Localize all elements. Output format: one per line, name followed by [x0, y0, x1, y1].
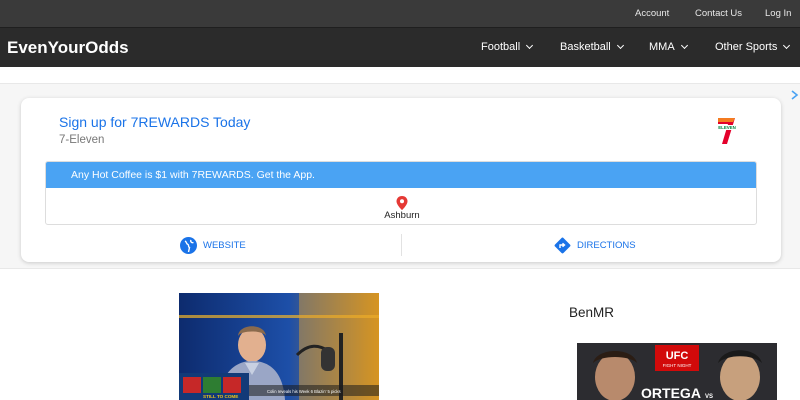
chevron-down-icon	[783, 41, 791, 50]
ad-actions: WEBSITE DIRECTIONS	[45, 230, 757, 258]
map-pin-icon	[396, 196, 408, 210]
nav-football[interactable]: Football	[481, 41, 534, 53]
nav-other-sports-label: Other Sports	[715, 41, 778, 53]
contact-us-link[interactable]: Contact Us	[695, 8, 742, 19]
account-link[interactable]: Account	[635, 8, 669, 19]
directions-icon	[554, 237, 571, 253]
actions-divider	[401, 234, 402, 256]
adchoices-arrow-icon[interactable]	[789, 90, 799, 100]
main-navbar: EvenYourOdds Football Basketball MMA Oth…	[0, 27, 800, 67]
video-thumbnail: STILL TO COME Colin reveals his Week 6 B…	[179, 293, 379, 400]
video-player[interactable]: STILL TO COME Colin reveals his Week 6 B…	[179, 293, 379, 400]
ad-detail-box: Any Hot Coffee is $1 with 7REWARDS. Get …	[45, 161, 757, 225]
promo-graphic: UFC FIGHT NIGHT ORTEGA VS	[577, 343, 777, 400]
website-label: WEBSITE	[203, 239, 246, 251]
ad-advertiser: 7-Eleven	[59, 134, 105, 146]
nav-other-sports[interactable]: Other Sports	[715, 41, 791, 53]
site-logo[interactable]: EvenYourOdds	[7, 38, 129, 58]
ufc-text: UFC	[666, 350, 689, 362]
login-link[interactable]: Log In	[765, 8, 791, 19]
ad-card[interactable]: Sign up for 7REWARDS Today 7-Eleven ELEV…	[21, 98, 781, 262]
chevron-down-icon	[616, 41, 624, 50]
sidebar-heading: BenMR	[569, 305, 615, 320]
directions-button[interactable]: DIRECTIONS	[554, 236, 636, 254]
nav-mma[interactable]: MMA	[649, 41, 688, 53]
ad-banner[interactable]: Any Hot Coffee is $1 with 7REWARDS. Get …	[46, 162, 756, 188]
chevron-down-icon	[526, 41, 534, 50]
logo-text: ELEVEN	[718, 125, 736, 130]
ad-location-label: Ashburn	[384, 210, 420, 221]
directions-label: DIRECTIONS	[577, 239, 636, 251]
still-to-come-text: STILL TO COME	[203, 394, 238, 399]
ad-container: Sign up for 7REWARDS Today 7-Eleven ELEV…	[0, 83, 800, 269]
fighter-name-text: ORTEGA	[641, 385, 701, 400]
nav-basketball[interactable]: Basketball	[560, 41, 624, 53]
globe-icon	[180, 236, 197, 254]
video-caption: Colin reveals his Week 6 Blazin' 5 picks	[267, 389, 341, 394]
top-utility-bar: Account Contact Us Log In	[0, 0, 800, 27]
nav-basketball-label: Basketball	[560, 41, 611, 53]
fight-night-text: FIGHT NIGHT	[663, 363, 692, 368]
ad-location[interactable]: Ashburn	[46, 196, 756, 221]
website-button[interactable]: WEBSITE	[180, 236, 246, 254]
chevron-down-icon	[680, 41, 688, 50]
nav-mma-label: MMA	[649, 41, 675, 53]
nav-football-label: Football	[481, 41, 521, 53]
seven-eleven-logo: ELEVEN	[715, 116, 739, 146]
vs-text: VS	[705, 394, 713, 400]
ad-title[interactable]: Sign up for 7REWARDS Today	[59, 114, 250, 130]
ufc-promo-image[interactable]: UFC FIGHT NIGHT ORTEGA VS	[577, 343, 777, 400]
